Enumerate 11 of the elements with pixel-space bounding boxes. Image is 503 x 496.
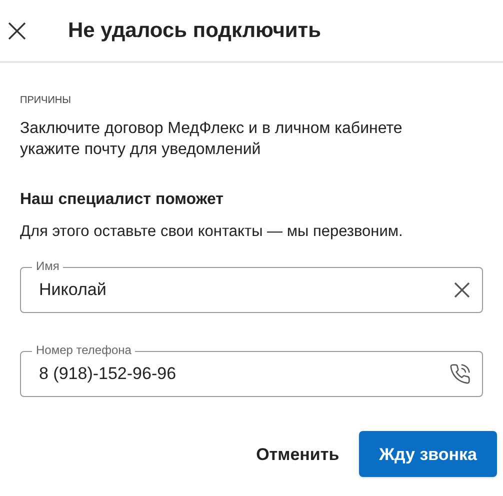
field-label: Номер телефона	[32, 343, 136, 358]
clear-icon[interactable]	[453, 281, 471, 300]
section-caption: ПРИЧИНЫ	[20, 94, 72, 108]
confirm-button[interactable]: Жду звонка	[359, 431, 497, 478]
help-heading: Наш специалист поможет	[20, 190, 225, 210]
reason-text: Заключите договор МедФлекс и в личном кабинете укажите почту для уведомлений	[20, 119, 404, 160]
cancel-button[interactable]: Отменить	[240, 431, 356, 478]
dialog-title: Не удалось подключить	[68, 18, 321, 44]
phone-call-icon[interactable]	[449, 363, 471, 386]
help-text: Для этого оставьте свои контакты — мы перезвоним.	[20, 222, 404, 242]
close-icon[interactable]	[8, 22, 26, 40]
